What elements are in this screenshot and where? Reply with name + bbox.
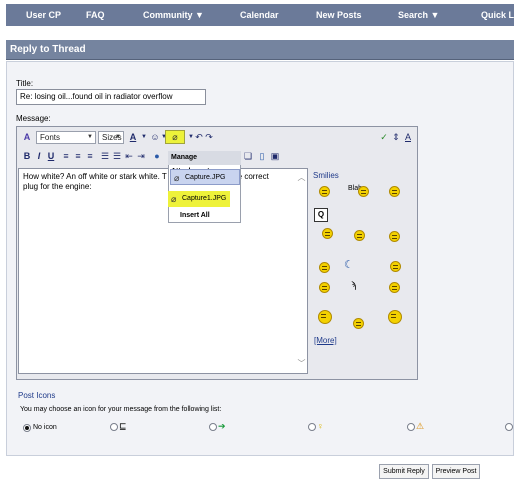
chevron-down-icon: ▼ [87, 134, 93, 140]
top-navbar: User CP FAQ Community ▼ Calendar New Pos… [6, 4, 514, 26]
document-icon: ⊑ [119, 421, 127, 431]
smiley-computer-icon[interactable] [318, 310, 332, 324]
paperclip-icon: ⌀ [174, 173, 180, 183]
attachments-menu-header: Manage Attachments [168, 151, 241, 175]
post-icons-hint: You may choose an icon for your message … [20, 406, 222, 413]
align-center-icon[interactable]: ≡ [72, 150, 84, 162]
message-line-2: plug for the engine: [23, 182, 92, 191]
scroll-down-icon[interactable]: ﹀ [296, 359, 307, 369]
scroll-up-icon[interactable]: ︿ [296, 173, 307, 183]
ordered-list-icon[interactable]: ☰ [99, 150, 111, 162]
nav-quick-links[interactable]: Quick Links [481, 4, 514, 26]
attachment-name: Capture1.JPG [182, 195, 227, 202]
font-select[interactable]: Fonts ▼ [36, 131, 96, 144]
paperclip-icon: ⌀ [172, 132, 178, 142]
smiley-icon[interactable] [354, 230, 365, 241]
moon-icon[interactable]: ☾ [344, 258, 354, 271]
smiley-icon[interactable] [388, 310, 402, 324]
nav-faq[interactable]: FAQ [86, 4, 105, 26]
smiley-icon[interactable] [389, 186, 400, 197]
italic-button[interactable]: I [33, 150, 45, 162]
warning-icon: ⚠ [416, 421, 425, 431]
attachment-button[interactable]: ⌀ [165, 130, 185, 144]
message-textarea[interactable]: How white? An off white or stark white. … [18, 168, 308, 374]
submit-reply-button[interactable]: Submit Reply [379, 464, 429, 479]
radio-no-icon-label: No icon [33, 424, 57, 431]
underline-button[interactable]: U [45, 150, 57, 162]
radio-post-icon[interactable] [110, 423, 118, 431]
redo-icon[interactable]: ↷ [203, 131, 215, 143]
title-label: Title: [16, 79, 34, 88]
bold-button[interactable]: B [21, 150, 33, 162]
attachment-item-capture1[interactable]: ⌀ Capture1.JPG [168, 191, 230, 207]
paperclip-icon: ⌀ [171, 194, 177, 204]
chevron-down-icon: ▼ [115, 134, 121, 140]
more-smilies-link[interactable]: [More] [314, 336, 337, 345]
smiley-icon[interactable] [390, 261, 401, 272]
outdent-icon[interactable]: ⇤ [123, 150, 135, 162]
radio-post-icon[interactable] [209, 423, 217, 431]
lightbulb-icon: ♀ [317, 421, 324, 431]
radio-no-icon[interactable] [23, 424, 31, 432]
radio-post-icon[interactable] [308, 423, 316, 431]
insert-all-attachments[interactable]: Insert All [180, 212, 210, 219]
arrow-icon: ➔ [218, 421, 226, 431]
smiley-dance-icon[interactable]: ϡ [351, 280, 356, 290]
question-sign-icon[interactable]: Q [314, 208, 328, 222]
attachment-name: Capture.JPG [185, 174, 226, 181]
unordered-list-icon[interactable]: ☰ [111, 150, 123, 162]
smiley-icon[interactable] [319, 282, 330, 293]
smiley-icon[interactable] [319, 262, 330, 273]
switch-mode-icon[interactable]: A [402, 131, 414, 143]
image-icon[interactable]: ▣ [269, 150, 281, 162]
preview-post-button[interactable]: Preview Post [432, 464, 480, 479]
post-icons-title: Post Icons [18, 391, 56, 400]
link-icon[interactable]: ● [151, 150, 163, 162]
nav-calendar[interactable]: Calendar [240, 4, 279, 26]
smiley-icon[interactable] [319, 186, 330, 197]
radio-post-icon[interactable] [407, 423, 415, 431]
radio-post-icon[interactable] [505, 423, 513, 431]
align-right-icon[interactable]: ≡ [84, 150, 96, 162]
resize-icon[interactable]: ⇕ [390, 131, 402, 143]
code-icon[interactable]: ▯ [256, 150, 268, 162]
nav-search[interactable]: Search ▼ [398, 4, 439, 26]
message-line-1: How white? An off white or stark white. … [23, 172, 303, 182]
smiley-icon[interactable] [353, 318, 364, 329]
indent-icon[interactable]: ⇥ [135, 150, 147, 162]
nav-new-posts[interactable]: New Posts [316, 4, 362, 26]
smiley-sign-icon[interactable] [322, 228, 333, 239]
font-select-label: Fonts [40, 133, 61, 142]
nav-user-cp[interactable]: User CP [26, 4, 61, 26]
reply-page: User CP FAQ Community ▼ Calendar New Pos… [0, 0, 514, 494]
textarea-scrollbar[interactable]: ︿ ﹀ [296, 169, 307, 373]
nav-spacer [6, 26, 514, 40]
align-left-icon[interactable]: ≡ [60, 150, 72, 162]
page-title: Reply to Thread [10, 44, 86, 55]
message-label: Message: [16, 114, 51, 123]
section-header: Reply to Thread [6, 40, 514, 60]
smilies-title: Smilies [313, 171, 339, 180]
spellcheck-icon[interactable]: ✓ [378, 131, 390, 143]
nav-community[interactable]: Community ▼ [143, 4, 204, 26]
quote-icon[interactable]: ❏ [242, 150, 254, 162]
smiley-icon[interactable] [389, 282, 400, 293]
size-select[interactable]: Sizes ▼ [98, 131, 124, 144]
attachment-item-capture[interactable]: ⌀ Capture.JPG [170, 169, 240, 185]
smiley-blah-icon[interactable] [358, 186, 369, 197]
smiley-icon[interactable] [389, 231, 400, 242]
title-input[interactable]: Re: losing oil...found oil in radiator o… [16, 89, 206, 105]
message-text-start: How white? An off white or stark white. … [23, 172, 167, 181]
remove-format-icon[interactable]: A [21, 131, 33, 143]
